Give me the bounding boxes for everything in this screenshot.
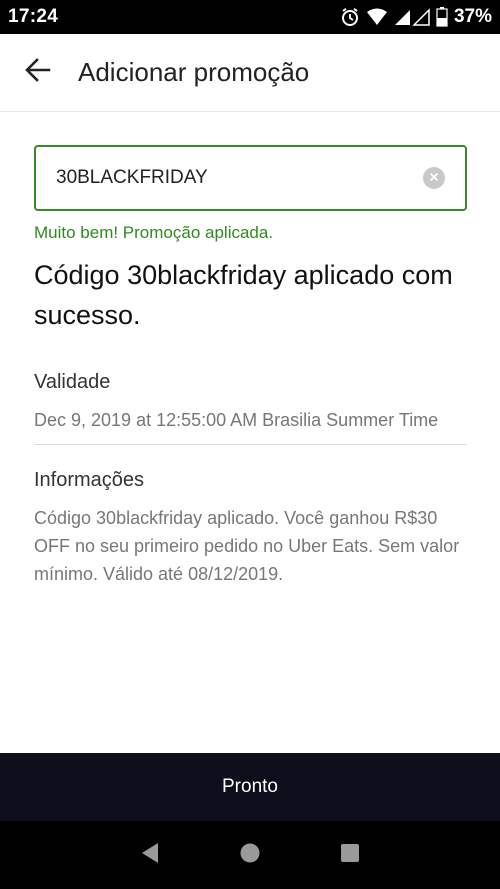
signal-icon	[394, 8, 430, 26]
promo-code-field	[34, 145, 467, 211]
applied-headline: Código 30blackfriday aplicado com sucess…	[34, 260, 453, 330]
system-nav-bar	[0, 821, 500, 889]
clear-input-button[interactable]	[423, 167, 445, 189]
done-button-label: Pronto	[222, 776, 278, 797]
nav-recents-icon	[340, 843, 360, 868]
page-title: Adicionar promoção	[78, 57, 310, 87]
promo-code-input[interactable]	[56, 167, 396, 189]
alarm-icon	[340, 7, 360, 27]
main-content: Muito bem! Promoção aplicada. Código 30b…	[34, 145, 467, 588]
info-label: Informações	[34, 469, 145, 491]
nav-back-icon	[140, 842, 160, 869]
status-bar: 17:24 37%	[0, 0, 500, 34]
nav-back-button[interactable]	[130, 835, 170, 875]
close-icon	[429, 169, 439, 187]
nav-recents-button[interactable]	[330, 835, 370, 875]
arrow-left-icon	[25, 58, 51, 87]
battery-icon	[436, 7, 448, 27]
wifi-icon	[366, 8, 388, 26]
back-button[interactable]	[0, 34, 78, 112]
info-text: Código 30blackfriday aplicado. Você ganh…	[34, 508, 460, 584]
nav-home-button[interactable]	[230, 835, 270, 875]
status-icons: 37%	[340, 6, 492, 28]
battery-percentage: 37%	[453, 6, 492, 27]
success-message: Muito bem! Promoção aplicada.	[34, 223, 274, 242]
done-button[interactable]: Pronto	[0, 753, 500, 821]
app-bar: Adicionar promoção	[0, 34, 500, 112]
divider	[34, 444, 467, 445]
validity-label: Validade	[34, 371, 111, 393]
nav-home-icon	[239, 842, 261, 869]
validity-text: Dec 9, 2019 at 12:55:00 AM Brasilia Summ…	[34, 410, 439, 430]
status-time: 17:24	[8, 6, 59, 27]
